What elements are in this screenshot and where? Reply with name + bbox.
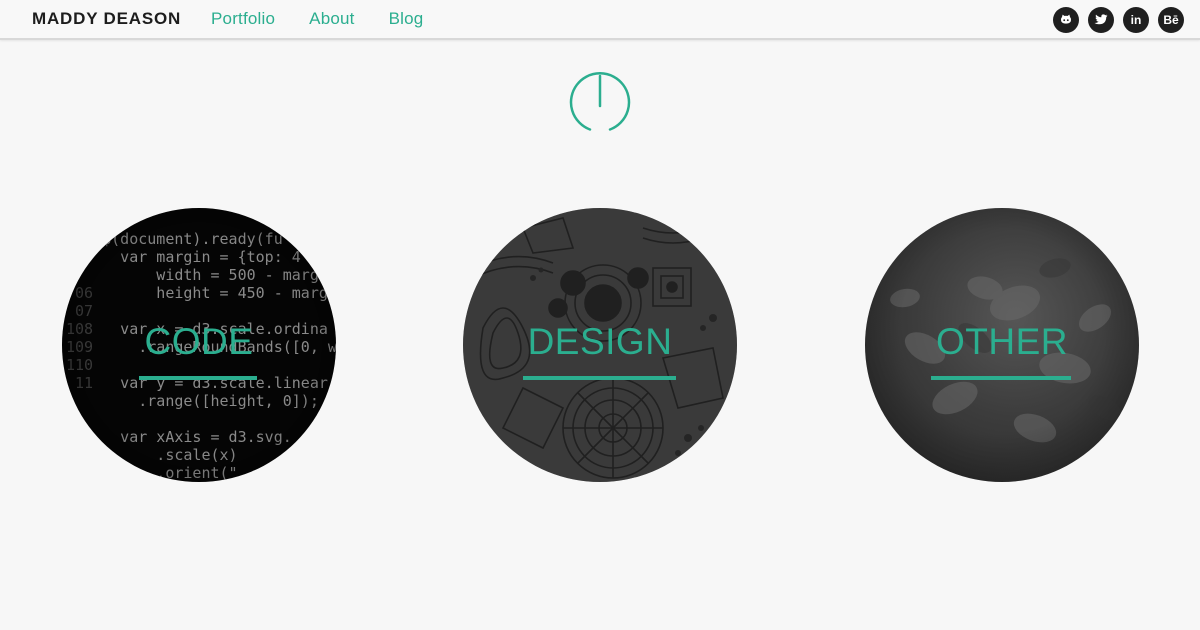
other-label: OTHER [936,321,1068,362]
code-section-link[interactable]: ipt> $(document).ready(fu var margin = {… [62,208,336,482]
design-section-link[interactable]: DESIGN [463,208,737,482]
nav-link-portfolio[interactable]: Portfolio [211,9,275,29]
twitter-icon[interactable] [1088,7,1114,33]
social-links: in Bē [1044,7,1184,33]
behance-icon[interactable]: Bē [1158,7,1184,33]
nav-link-about[interactable]: About [309,9,354,29]
github-icon[interactable] [1053,7,1079,33]
main-nav: Portfolio About Blog [211,9,457,29]
code-underline [139,376,257,380]
nav-link-blog[interactable]: Blog [389,9,424,29]
top-navbar: MADDY DEASON Portfolio About Blog in Bē [0,0,1200,40]
code-label: CODE [144,321,254,362]
site-brand[interactable]: MADDY DEASON [32,9,181,29]
linkedin-icon[interactable]: in [1123,7,1149,33]
other-underline [931,376,1071,380]
power-icon[interactable] [568,72,632,136]
design-label: DESIGN [527,321,673,362]
design-underline [523,376,676,380]
other-section-link[interactable]: OTHER [865,208,1139,482]
